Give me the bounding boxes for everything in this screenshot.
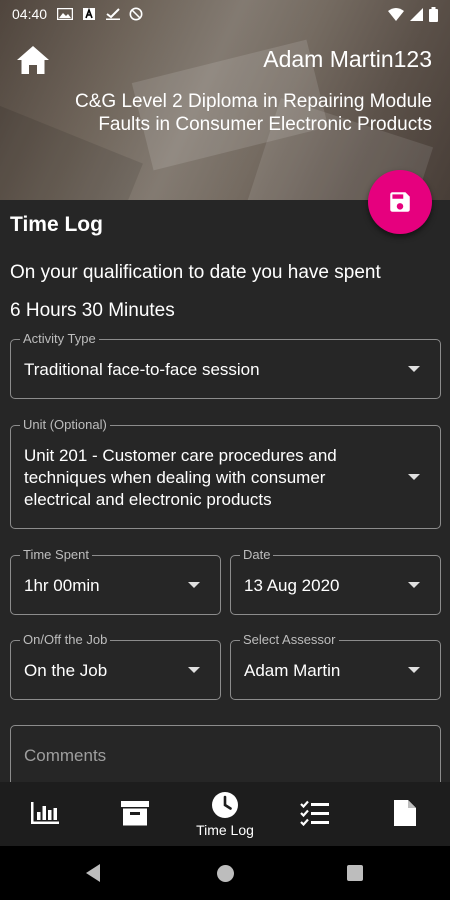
comments-field[interactable]: Comments (10, 725, 441, 782)
assessor-select[interactable]: Select Assessor Adam Martin (230, 632, 441, 700)
user-name: Adam Martin123 (263, 46, 432, 72)
time-spent-value: 1hr 00min (24, 576, 100, 595)
nav-item-checklist[interactable] (270, 782, 360, 846)
nav-item-time-log[interactable]: Time Log (180, 782, 270, 846)
check-download-icon (106, 8, 121, 20)
dropdown-arrow-icon (188, 667, 200, 673)
on-off-job-value: On the Job (24, 661, 108, 680)
nav-item-reports[interactable] (0, 782, 90, 846)
signal-icon (410, 7, 423, 21)
image-icon (57, 8, 74, 20)
save-icon (390, 192, 410, 212)
status-bar: 04:40 (0, 0, 450, 28)
dropdown-arrow-icon (408, 366, 420, 372)
activity-type-select[interactable]: Activity Type Traditional face-to-face s… (10, 331, 441, 399)
a-box-icon (83, 8, 96, 20)
wifi-icon (388, 7, 404, 21)
nav-item-archive[interactable] (90, 782, 180, 846)
activity-type-value: Traditional face-to-face session (24, 360, 260, 379)
date-value: 13 Aug 2020 (244, 576, 340, 595)
checklist-icon (300, 800, 329, 826)
unit-select[interactable]: Unit (Optional) Unit 201 - Customer care… (10, 417, 441, 529)
date-select[interactable]: Date 13 Aug 2020 (230, 547, 441, 615)
back-icon[interactable] (86, 864, 100, 882)
battery-icon (429, 6, 438, 22)
bar-chart-icon (31, 801, 59, 824)
on-off-job-label: On/Off the Job (20, 632, 111, 648)
assessor-value: Adam Martin (244, 661, 341, 680)
dropdown-arrow-icon (408, 667, 420, 673)
time-spent-select[interactable]: Time Spent 1hr 00min (10, 547, 221, 615)
no-sync-icon (129, 7, 143, 21)
comments-placeholder: Comments (24, 746, 107, 765)
clock-icon (212, 791, 238, 818)
nav-item-documents[interactable] (360, 782, 450, 846)
status-time: 04:40 (12, 6, 48, 22)
dropdown-arrow-icon (408, 474, 420, 480)
page-title: Time Log (10, 213, 103, 236)
unit-label: Unit (Optional) (20, 417, 110, 433)
summary-total: 6 Hours 30 Minutes (10, 300, 175, 321)
save-button[interactable] (368, 170, 432, 234)
system-navigation-bar (0, 846, 450, 900)
home-button[interactable] (16, 44, 50, 76)
home-icon (17, 46, 49, 74)
summary-label: On your qualification to date you have s… (10, 262, 381, 283)
home-circle-icon[interactable] (217, 865, 234, 882)
unit-value: Unit 201 - Customer care procedures and … (24, 446, 337, 509)
document-icon (394, 799, 416, 826)
recents-icon[interactable] (347, 865, 363, 881)
dropdown-arrow-icon (408, 582, 420, 588)
time-spent-label: Time Spent (20, 547, 92, 563)
archive-icon (121, 800, 149, 825)
activity-type-label: Activity Type (20, 331, 99, 347)
dropdown-arrow-icon (188, 582, 200, 588)
course-title: C&G Level 2 Diploma in Repairing Module … (75, 91, 432, 135)
nav-label-time-log: Time Log (196, 821, 254, 838)
time-log-form: Time Log On your qualification to date y… (0, 200, 450, 782)
bottom-navigation: Time Log (0, 782, 450, 846)
on-off-job-select[interactable]: On/Off the Job On the Job (10, 632, 221, 700)
assessor-label: Select Assessor (240, 632, 339, 648)
date-label: Date (240, 547, 274, 563)
